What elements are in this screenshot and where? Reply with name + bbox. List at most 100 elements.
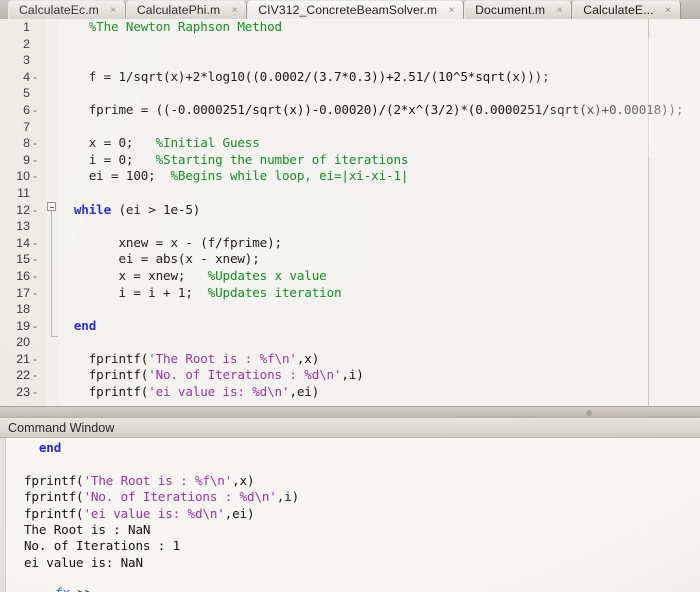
code-text: fprintf('The Root is : %f\n',x) xyxy=(59,350,320,368)
code-line[interactable]: 6- fprime = ((-0.0000251/sqrt(x))-0.0002… xyxy=(0,102,700,119)
breakpoint-dash-icon[interactable]: - xyxy=(33,135,41,152)
breakpoint-dash-icon[interactable]: - xyxy=(33,235,41,252)
code-block-guide-foot xyxy=(51,336,58,337)
editor-tab-label: CalculateE... xyxy=(583,3,654,17)
code-token: 'ei value is: %d\n' xyxy=(148,384,290,400)
editor-tab-bar: CalculateEc.m × CalculatePhi.m × CIV312_Conc… xyxy=(0,0,700,19)
close-icon[interactable]: × xyxy=(108,4,119,16)
command-window-pane[interactable]: Command Window end fprintf('The Root is :… xyxy=(0,417,700,592)
breakpoint-dash-icon[interactable]: - xyxy=(33,202,41,219)
close-icon[interactable]: × xyxy=(663,4,674,16)
command-prompt[interactable]: fx >> xyxy=(10,570,92,592)
breakpoint-dash-icon[interactable]: - xyxy=(33,351,41,368)
code-token: ,i) xyxy=(341,367,364,383)
code-token: i = i + 1; xyxy=(59,284,208,300)
code-token: %Starting the number of iterations xyxy=(155,151,409,167)
code-line[interactable]: 7 xyxy=(0,119,700,136)
code-line[interactable]: 17- i = i + 1; %Updates iteration xyxy=(0,285,700,302)
line-number: 13 xyxy=(16,219,30,234)
command-output-line: fprintf('ei value is: %d\n',ei) xyxy=(0,506,700,522)
command-window-output[interactable]: end fprintf('The Root is : %f\n',x) fprint… xyxy=(0,440,700,592)
editor-tab[interactable]: CIV312_ConcreteBeamSolver.m × xyxy=(247,0,465,19)
code-token: The Root is : NaN xyxy=(24,521,151,537)
code-token: ,i) xyxy=(276,489,299,505)
breakpoint-dash-icon[interactable]: - xyxy=(33,102,41,119)
splitter-grip-handle[interactable] xyxy=(586,410,592,416)
code-token: %Initial Guess xyxy=(155,135,260,151)
code-text: x = 0; %Initial Guess xyxy=(59,135,260,152)
code-line[interactable]: 15- ei = abs(x - xnew); xyxy=(0,251,700,268)
breakpoint-dash-icon[interactable]: - xyxy=(33,384,41,401)
code-fold-collapse-icon[interactable] xyxy=(47,202,56,211)
code-token: end xyxy=(38,440,62,455)
code-token: 'ei value is: %d\n' xyxy=(83,505,225,521)
breakpoint-dash-icon[interactable]: - xyxy=(33,251,41,268)
breakpoint-dash-icon[interactable]: - xyxy=(33,168,41,185)
code-token: fprintf( xyxy=(59,367,149,383)
line-number: 2 xyxy=(23,36,30,51)
close-icon[interactable]: × xyxy=(446,4,457,16)
breakpoint-dash-icon[interactable]: - xyxy=(33,318,41,335)
code-token: f = 1/sqrt(x)+2*log10((0.0002/(3.7*0.3))… xyxy=(59,68,550,84)
code-line[interactable]: 4- f = 1/sqrt(x)+2*log10((0.0002/(3.7*0.… xyxy=(0,69,700,86)
line-number: 11 xyxy=(17,185,30,200)
code-line[interactable]: 1 %The Newton Raphson Method xyxy=(0,19,700,36)
code-token: end xyxy=(59,317,97,333)
code-line[interactable]: 18 xyxy=(0,301,700,318)
code-line[interactable]: 9- i = 0; %Starting the number of iterat… xyxy=(0,152,700,169)
editor-pane[interactable]: 1 %The Newton Raphson Method 2 3 4- f = 1/s… xyxy=(0,19,700,410)
command-output-line: end xyxy=(0,440,700,456)
code-token: i = 0; xyxy=(59,151,156,167)
code-text: fprintf('ei value is: %d\n',ei) xyxy=(59,384,320,401)
code-line[interactable]: 20 xyxy=(0,334,700,351)
editor-tab[interactable]: Document.m × xyxy=(464,0,573,19)
code-line[interactable]: 14- xnew = x - (f/fprime); xyxy=(0,235,700,252)
prompt-symbol: >> xyxy=(70,585,92,592)
breakpoint-dash-icon[interactable]: - xyxy=(33,69,41,86)
code-token: ei value is: NaN xyxy=(24,554,143,570)
code-line[interactable]: 12- while (ei > 1e-5) xyxy=(0,202,700,219)
code-line[interactable]: 22- fprintf('No. of Iterations : %d\n',i… xyxy=(0,367,700,384)
editor-tab[interactable]: CalculatePhi.m × xyxy=(125,0,248,19)
code-line[interactable]: 3 xyxy=(0,52,700,69)
line-number: 12 xyxy=(16,202,30,217)
code-text: i = i + 1; %Updates iteration xyxy=(59,285,341,302)
code-token: fprime = ((-0.0000251/sqrt(x))-0.00020)/… xyxy=(59,101,684,117)
code-token: %Begins while loop, ei=|xi-xi-1| xyxy=(170,168,409,184)
code-line[interactable]: 21- fprintf('The Root is : %f\n',x) xyxy=(0,351,700,368)
breakpoint-dash-icon[interactable]: - xyxy=(33,285,41,302)
breakpoint-dash-icon[interactable]: - xyxy=(33,268,41,285)
fx-icon: fx xyxy=(55,585,70,592)
line-number: 5 xyxy=(23,86,30,101)
code-line[interactable]: 16- x = xnew; %Updates x value xyxy=(0,268,700,285)
code-line[interactable]: 23- fprintf('ei value is: %d\n',ei) xyxy=(0,384,700,401)
code-text-area[interactable]: 1 %The Newton Raphson Method 2 3 4- f = 1/s… xyxy=(0,19,700,410)
close-icon[interactable]: × xyxy=(554,4,565,16)
command-output-line: ei value is: NaN xyxy=(0,555,700,571)
editor-tab[interactable]: CalculateE... × xyxy=(572,0,681,19)
editor-tab[interactable]: CalculateEc.m × xyxy=(8,0,126,19)
code-token: ,ei) xyxy=(224,505,255,521)
code-token: %The Newton Raphson Method xyxy=(59,19,282,34)
code-line[interactable]: 10- ei = 100; %Begins while loop, ei=|xi… xyxy=(0,168,700,185)
code-token: 'The Root is : %f\n' xyxy=(148,350,297,366)
code-text: ei = abs(x - xnew); xyxy=(59,251,259,268)
code-token: 'No. of Iterations : %d\n' xyxy=(83,489,277,505)
code-line[interactable]: 5 xyxy=(0,85,700,102)
code-token: 'No. of Iterations : %d\n' xyxy=(148,367,342,383)
code-line[interactable]: 13 xyxy=(0,218,700,235)
editor-tab-label: CIV312_ConcreteBeamSolver.m xyxy=(258,3,438,17)
close-icon[interactable]: × xyxy=(229,4,240,16)
code-token: fprintf( xyxy=(59,384,149,400)
code-line[interactable]: 8- x = 0; %Initial Guess xyxy=(0,135,700,152)
code-line[interactable]: 19- end xyxy=(0,318,700,335)
code-token: fprintf( xyxy=(24,472,84,488)
code-line[interactable]: 2 xyxy=(0,36,700,53)
code-token: fprintf( xyxy=(59,350,149,366)
code-text: xnew = x - (f/fprime); xyxy=(59,235,282,252)
breakpoint-dash-icon[interactable]: - xyxy=(33,367,41,384)
code-line[interactable]: 11 xyxy=(0,185,700,202)
line-number: 20 xyxy=(16,335,30,350)
code-token: ei = 100; xyxy=(59,168,171,184)
breakpoint-dash-icon[interactable]: - xyxy=(33,152,41,169)
